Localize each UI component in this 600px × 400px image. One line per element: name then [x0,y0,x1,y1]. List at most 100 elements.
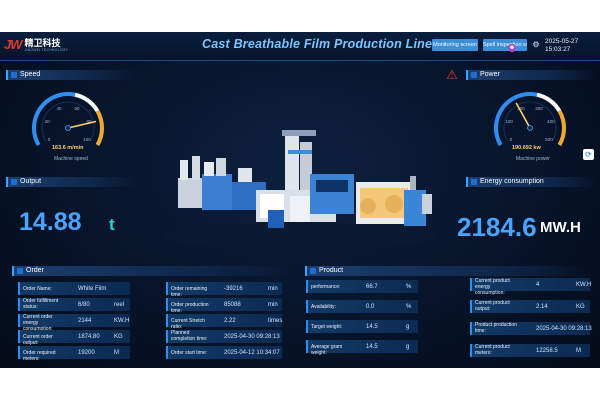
field-unit: M [114,349,119,356]
field-value: 2025-04-30 09:28:13 [536,325,592,332]
speed-panel-title: Speed [6,70,136,80]
energy-unit: MW.H [540,219,581,236]
field-unit: KW.H [576,281,592,288]
speed-caption: Machine speed [54,156,88,162]
speed-gauge-needle [67,120,97,129]
field-value: 4 [536,281,540,288]
energy-panel-title: Energy consumption [466,177,596,187]
field-value: White Film [78,285,107,292]
output-value: 14.88 [19,208,82,236]
field-row: Order required meters: 19200 M [18,346,130,362]
energy-title: Energy consumption [480,178,544,185]
field-value: 14.5 [366,343,378,350]
output-panel-title: Output [6,177,136,187]
refresh-icon[interactable]: ⟳ [583,149,594,160]
field-label: Order required meters: [23,349,56,362]
field-value: 1874.80 [78,333,100,340]
field-value: 2.14 [536,303,548,310]
field-value: 0.0 [366,303,375,310]
field-value: -39216 [224,285,243,292]
field-unit: min [268,285,278,292]
field-row: Current product energy consumption: 4 KW.H [470,278,592,296]
field-value: 85088 [224,301,241,308]
power-caption: Machine power [516,156,550,162]
power-value: 190.692 kw [512,145,541,151]
field-row: Target weight: 14.5 g [306,320,418,333]
field-row: Current Stretch ratio: 2.22 times [166,314,282,330]
power-gauge-arc-orange [557,110,566,146]
field-value: 12258.5 [536,347,558,354]
gear-icon[interactable]: ⚙ [531,40,541,50]
company-logo: JW 精卫科技 JINGWEI TECHNOLOGY [4,38,68,53]
speed-panel-icon [11,72,17,78]
field-value: 2144 [78,317,92,324]
product-panel-title: Product [305,266,590,276]
monitoring-screen-button[interactable]: Monitoring screen [432,39,478,51]
power-panel-icon [471,72,477,78]
field-value: 2025-04-30 09:28:13 [224,333,280,340]
speed-gauge-tick-label: 40 [57,106,63,111]
field-label: Planned completion time: [171,330,208,342]
speed-gauge-tick-label: 100 [83,137,91,142]
date-text: 2025-05-27 [545,38,579,45]
power-gauge-tick-label: 400 [547,119,555,124]
field-row: Order start time: 2025-04-12 10:34:07 [166,346,282,359]
field-unit: reel [114,301,125,308]
field-unit: KG [576,303,585,310]
field-label: Order start time: [171,349,208,356]
field-label: Current product meters: [475,344,510,356]
output-unit: t [109,215,115,234]
datetime: 2025-05-27 15:03:27 [545,38,578,53]
field-value: 66.7 [366,283,378,290]
power-gauge-tick-label: 100 [505,119,513,124]
field-value: 19200 [78,349,95,356]
field-row: Planned completion time: 2025-04-30 09:28… [166,330,282,343]
field-row: Order Name: White Film [18,282,130,295]
speed-gauge-arc-orange [95,110,104,146]
energy-panel-icon [471,179,477,185]
speed-gauge-tick-label: 20 [45,119,51,124]
field-unit: % [406,283,412,290]
field-unit: KW.H [114,317,130,324]
field-row: Order production time: 85088 min [166,298,282,314]
field-label: Average gram weight: [311,343,343,356]
field-label: Order fulfillment status: [23,298,59,310]
speed-title: Speed [20,71,41,78]
power-gauge-tick-label: 0 [510,137,513,142]
field-label: Target weight: [311,323,343,330]
energy-value: 2184.6 [457,212,537,242]
field-row: Product production time: 2025-04-30 09:28… [470,322,592,335]
product-panel-icon [310,268,316,274]
field-label: Order remaining time: [171,285,208,298]
field-label: Current order output: [23,333,53,346]
alarm-bell-icon[interactable]: ⚠ [445,67,459,83]
speed-gauge-tick-label: 0 [48,137,51,142]
spell-inspection-button[interactable]: Spell inspection screen [483,39,527,51]
logo-mark: JW [4,37,22,52]
user-avatar-icon[interactable]: ☻ [508,44,516,52]
field-row: Current order energy consumption: 2144 KW.… [18,314,130,332]
field-row: Average gram weight: 14.5 g [306,340,418,356]
field-row: Current product output: 2.14 KG [470,300,590,313]
field-label: performance: [311,283,341,290]
field-unit: KG [114,333,123,340]
speed-value: 163.6 m/min [52,145,84,151]
field-label: Availability: [311,303,336,310]
field-row: Availability: 0.0% [306,300,418,313]
field-value: 14.5 [366,323,378,330]
power-panel-title: Power [466,70,596,80]
speed-gauge-tick-label: 60 [74,106,80,111]
field-value: 2025-04-12 10:34:07 [224,349,280,356]
field-unit: g [406,323,410,330]
field-value: 2.22 [224,317,236,324]
header-bar: JW 精卫科技 JINGWEI TECHNOLOGY Cast Breathab… [0,32,600,61]
speed-gauge-hub [65,125,71,131]
power-gauge-tick-label: 300 [535,106,543,111]
order-panel-title: Order [12,266,292,276]
output-title: Output [20,178,42,185]
product-title: Product [319,267,344,274]
field-row: Order remaining time: -39216 min [166,282,282,298]
field-row: Order fulfillment status: 6/80 reel [18,298,130,311]
power-title: Power [480,71,500,78]
field-unit: g [406,343,410,350]
